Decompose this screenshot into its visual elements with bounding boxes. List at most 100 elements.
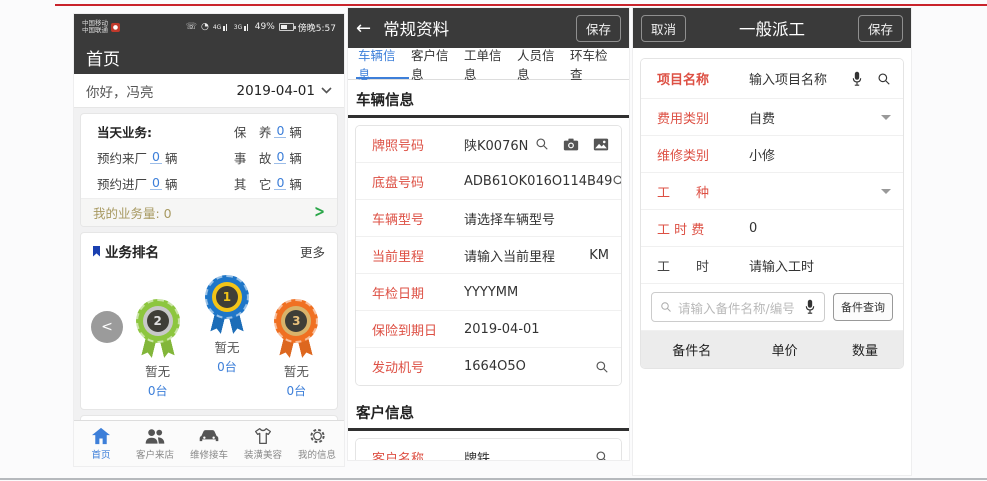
camera-icon[interactable]: [563, 138, 579, 151]
field-current-mileage[interactable]: 当前里程 请输入当前里程 KM: [356, 237, 621, 274]
col-unit-price: 单价: [742, 340, 827, 359]
search-icon[interactable]: [595, 450, 609, 460]
work-hours-placeholder[interactable]: 请输入工时: [749, 256, 891, 275]
tab-workorder-info[interactable]: 工单信息: [462, 48, 515, 79]
tshirt-icon: [253, 427, 273, 445]
search-icon: [660, 301, 672, 313]
field-labor-fee[interactable]: 工 时 费 0: [641, 210, 903, 247]
ranking-count-1: 0台: [217, 358, 237, 375]
ranking-item-2[interactable]: 2 暂无 0台: [123, 299, 192, 399]
back-button[interactable]: ←: [356, 18, 371, 39]
parts-search-input[interactable]: 请输入备件名称/编号: [651, 292, 825, 322]
ranking-count-2: 0台: [148, 382, 168, 399]
date-selector[interactable]: 2019-04-01: [237, 83, 332, 99]
tab-vehicle-info[interactable]: 车辆信息: [356, 48, 409, 79]
save-button[interactable]: 保存: [576, 15, 621, 42]
tab-inspection[interactable]: 环车检查: [568, 48, 621, 79]
labor-fee-value[interactable]: 0: [749, 221, 891, 236]
image-icon[interactable]: [593, 138, 609, 151]
tab-customer-info[interactable]: 客户信息: [409, 48, 462, 79]
field-insurance-expiry[interactable]: 保险到期日 2019-04-01: [356, 311, 621, 348]
plate-number-value[interactable]: 陕K0076N: [464, 135, 535, 154]
nav-item-customers[interactable]: 客户来店: [128, 421, 182, 466]
nav-item-home[interactable]: 首页: [74, 421, 128, 466]
ranking-card: 业务排名 更多 < 2 暂无 0台 1 暂无 0台: [80, 232, 338, 410]
ranking-item-1[interactable]: 1 暂无 0台: [192, 275, 261, 375]
mic-icon[interactable]: [851, 71, 863, 87]
stat-accident-count[interactable]: 0: [274, 151, 286, 164]
tab-bar: 车辆信息 客户信息 工单信息 人员信息 环车检查: [348, 48, 629, 80]
inspection-date-placeholder[interactable]: YYYYMM: [464, 285, 609, 300]
signal-bars2-icon: 3G: [234, 23, 251, 31]
field-engine-number[interactable]: 发动机号 1664O5O: [356, 348, 621, 385]
home-icon: [91, 427, 111, 445]
customer-name-value[interactable]: 牌铁: [464, 448, 595, 461]
field-work-type[interactable]: 工 种: [641, 173, 903, 210]
car-icon: [198, 427, 220, 445]
parts-search-row: 请输入备件名称/编号 备件查询: [641, 284, 903, 331]
search-icon[interactable]: [535, 137, 549, 151]
insurance-expiry-value[interactable]: 2019-04-01: [464, 322, 609, 337]
nav-item-repair[interactable]: 维修接车: [182, 421, 236, 466]
ranking-name-2: 暂无: [145, 361, 170, 380]
stat-other-count[interactable]: 0: [274, 177, 286, 190]
bottom-navigation: 首页 客户来店 维修接车 装潢美容 我的信息: [74, 420, 344, 466]
nav-item-decoration[interactable]: 装潢美容: [236, 421, 290, 466]
search-icon[interactable]: [595, 360, 609, 374]
engine-number-value[interactable]: 1664O5O: [464, 359, 595, 374]
field-customer-name[interactable]: 客户名称 牌铁: [356, 439, 621, 460]
field-work-hours[interactable]: 工 时 请输入工时: [641, 247, 903, 284]
mic-icon[interactable]: [804, 299, 816, 315]
field-fee-type[interactable]: 费用类别 自费: [641, 99, 903, 136]
decorative-bottom-line: [0, 478, 987, 480]
mileage-placeholder[interactable]: 请输入当前里程: [464, 246, 589, 265]
chassis-number-value[interactable]: ADB61OK016O114B49: [464, 174, 612, 189]
stat-booked-enter[interactable]: 预约进厂 0 辆: [81, 170, 218, 196]
chevron-down-icon[interactable]: [881, 189, 891, 194]
stat-booked-arrive[interactable]: 预约来厂 0 辆: [81, 144, 218, 170]
fee-type-value[interactable]: 自费: [749, 108, 881, 127]
stat-booked-enter-count[interactable]: 0: [150, 177, 162, 190]
customer-form-card: 客户名称 牌铁 客户类别: [355, 438, 622, 460]
stat-other[interactable]: 其 它 0 辆: [218, 170, 337, 196]
nav-item-my-info[interactable]: 我的信息: [290, 421, 344, 466]
vehicle-model-placeholder[interactable]: 请选择车辆型号: [464, 209, 609, 228]
field-project-name[interactable]: 项目名称 输入项目名称: [641, 59, 903, 99]
search-icon[interactable]: [612, 174, 622, 188]
field-vehicle-model[interactable]: 车辆型号 请选择车辆型号: [356, 200, 621, 237]
search-icon[interactable]: [877, 72, 891, 86]
stat-maintenance-count[interactable]: 0: [274, 125, 286, 138]
ranking-more-link[interactable]: 更多: [300, 242, 325, 261]
dispatch-form-card: 项目名称 输入项目名称 费用类别 自费 维修类别 小修 工 种 工 时 费 0 …: [640, 58, 904, 369]
cancel-button[interactable]: 取消: [641, 15, 686, 42]
my-volume-row[interactable]: 我的业务量: 0 >: [81, 198, 337, 226]
ranking-prev-button[interactable]: <: [91, 311, 123, 343]
repair-type-value[interactable]: 小修: [749, 145, 891, 164]
stat-booked-arrive-count[interactable]: 0: [150, 151, 162, 164]
parts-query-button[interactable]: 备件查询: [833, 293, 893, 321]
ranking-title: 业务排名: [105, 241, 159, 261]
medal-2-icon: 2: [134, 299, 182, 359]
mileage-unit: KM: [589, 248, 609, 263]
section-divider: [348, 115, 629, 118]
medal-3-icon: 3: [272, 299, 320, 359]
chevron-down-icon[interactable]: [881, 115, 891, 120]
vibrate-icon: ☏: [186, 22, 197, 32]
field-plate-number[interactable]: 牌照号码 陕K0076N: [356, 126, 621, 163]
ranking-count-3: 0台: [287, 382, 307, 399]
stat-accident[interactable]: 事 故 0 辆: [218, 144, 337, 170]
stats-title: 当天业务:: [81, 118, 218, 144]
ranking-item-3[interactable]: 3 暂无 0台: [262, 299, 331, 399]
field-inspection-date[interactable]: 年检日期 YYYYMM: [356, 274, 621, 311]
field-repair-type[interactable]: 维修类别 小修: [641, 136, 903, 173]
tab-personnel-info[interactable]: 人员信息: [515, 48, 568, 79]
stat-maintenance[interactable]: 保 养 0 辆: [218, 118, 337, 144]
vehicle-data-screen: ← 常规资料 保存 车辆信息 客户信息 工单信息 人员信息 环车检查 车辆信息 …: [348, 8, 629, 460]
chevron-right-icon: >: [314, 203, 325, 223]
battery-percent: 49%: [255, 22, 275, 32]
alarm-icon: ◔: [201, 22, 209, 32]
project-name-placeholder[interactable]: 输入项目名称: [749, 69, 851, 88]
field-chassis-number[interactable]: 底盘号码 ADB61OK016O114B49: [356, 163, 621, 200]
save-button[interactable]: 保存: [858, 15, 903, 42]
col-quantity: 数量: [827, 340, 903, 359]
